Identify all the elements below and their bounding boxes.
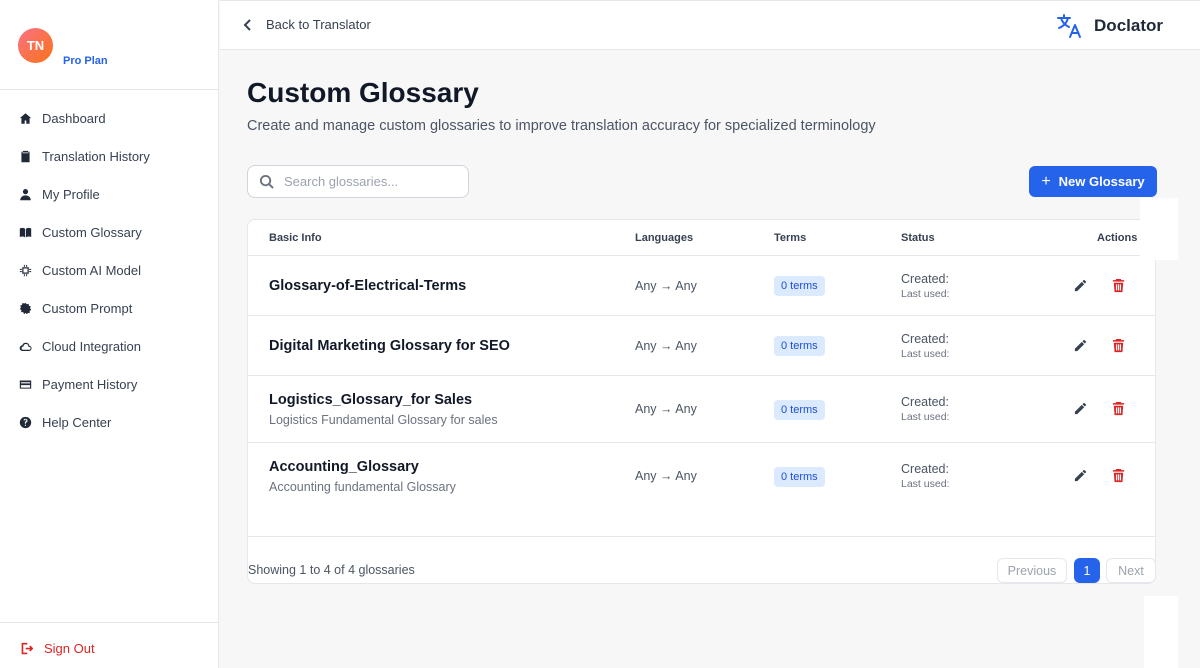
plus-icon: + xyxy=(1041,172,1051,190)
gear-icon xyxy=(18,301,32,315)
sidebar-item-label: Custom AI Model xyxy=(42,262,141,278)
sidebar-item-label: Dashboard xyxy=(42,110,106,126)
table-row[interactable]: Accounting_Glossary Accounting fundament… xyxy=(248,443,1155,510)
sidebar-item-label: My Profile xyxy=(42,186,100,202)
table-row[interactable]: Logistics_Glossary_for Sales Logistics F… xyxy=(248,376,1155,443)
delete-icon[interactable] xyxy=(1111,468,1127,484)
sidebar-item-label: Translation History xyxy=(42,148,150,164)
sidebar-item-label: Payment History xyxy=(42,376,138,392)
terms-badge: 0 terms xyxy=(774,467,825,487)
last-used-text: Last used: xyxy=(901,478,950,490)
sidebar-nav: Dashboard Translation History My Profile… xyxy=(0,90,218,441)
table-row[interactable]: Glossary-of-Electrical-Terms Any → Any 0… xyxy=(248,256,1155,316)
column-languages: Languages xyxy=(635,232,694,244)
overlay-panel xyxy=(1144,596,1178,668)
terms-badge: 0 terms xyxy=(774,400,825,420)
created-text: Created: xyxy=(901,395,949,409)
search-icon xyxy=(259,174,274,189)
sign-out-label: Sign Out xyxy=(44,641,95,656)
delete-icon[interactable] xyxy=(1111,278,1127,294)
edit-icon[interactable] xyxy=(1073,468,1089,484)
sidebar-item-label: Custom Glossary xyxy=(42,224,142,240)
translate-logo-icon xyxy=(1057,14,1082,38)
sidebar-item-my-profile[interactable]: My Profile xyxy=(0,175,218,213)
terms-badge: 0 terms xyxy=(774,336,825,356)
cloud-icon xyxy=(18,339,32,353)
overlay-panel xyxy=(1140,198,1178,260)
next-page-button[interactable]: Next xyxy=(1106,558,1156,583)
glossary-name: Logistics_Glossary_for Sales xyxy=(269,392,473,408)
glossary-languages: Any → Any xyxy=(635,469,697,483)
sidebar-item-custom-ai-model[interactable]: Custom AI Model xyxy=(0,251,218,289)
column-basic-info: Basic Info xyxy=(269,232,322,244)
credit-card-icon xyxy=(18,377,32,391)
sidebar-item-custom-prompt[interactable]: Custom Prompt xyxy=(0,289,218,327)
sidebar-item-label: Cloud Integration xyxy=(42,338,142,354)
plan-label: Pro Plan xyxy=(63,55,108,67)
terms-badge: 0 terms xyxy=(774,276,825,296)
signout-section: Sign Out xyxy=(0,622,218,668)
column-actions: Actions xyxy=(1097,232,1138,244)
avatar[interactable]: TN xyxy=(18,28,53,63)
home-icon xyxy=(18,111,32,125)
sign-out-button[interactable]: Sign Out xyxy=(20,641,95,656)
back-label: Back to Translator xyxy=(266,17,371,32)
user-icon xyxy=(18,187,32,201)
created-text: Created: xyxy=(901,272,949,286)
glossary-languages: Any → Any xyxy=(635,339,697,353)
chevron-left-icon xyxy=(243,18,251,31)
delete-icon[interactable] xyxy=(1111,401,1127,417)
edit-icon[interactable] xyxy=(1073,401,1089,417)
glossary-description: Accounting fundamental Glossary xyxy=(269,480,456,494)
glossary-name: Glossary-of-Electrical-Terms xyxy=(269,278,467,294)
page-subtitle: Create and manage custom glossaries to i… xyxy=(247,118,876,134)
new-glossary-label: New Glossary xyxy=(1058,174,1145,189)
previous-page-button[interactable]: Previous xyxy=(997,558,1067,583)
glossary-description: Logistics Fundamental Glossary for sales xyxy=(269,413,498,427)
brand-name: Doclator xyxy=(1094,16,1163,35)
created-text: Created: xyxy=(901,332,949,346)
table-row[interactable]: Digital Marketing Glossary for SEO Any →… xyxy=(248,316,1155,376)
sidebar-item-translation-history[interactable]: Translation History xyxy=(0,137,218,175)
back-to-translator-link[interactable]: Back to Translator xyxy=(242,17,371,32)
sidebar-item-label: Custom Prompt xyxy=(42,300,133,316)
last-used-text: Last used: xyxy=(901,411,950,423)
table-header: Basic Info Languages Terms Status Action… xyxy=(248,220,1155,256)
page-title: Custom Glossary xyxy=(247,77,479,108)
last-used-text: Last used: xyxy=(901,288,950,300)
sidebar-item-label: Help Center xyxy=(42,414,112,430)
top-bar: Back to Translator Doclator xyxy=(220,0,1200,50)
page-1-button[interactable]: 1 xyxy=(1074,558,1100,583)
glossary-name: Accounting_Glossary xyxy=(269,459,419,475)
new-glossary-button[interactable]: + New Glossary xyxy=(1029,166,1157,197)
search-input[interactable] xyxy=(284,174,454,189)
edit-icon[interactable] xyxy=(1073,338,1089,354)
logout-icon xyxy=(21,642,33,655)
help-icon xyxy=(18,415,32,429)
sidebar-item-payment-history[interactable]: Payment History xyxy=(0,365,218,403)
glossary-languages: Any → Any xyxy=(635,402,697,416)
book-icon xyxy=(18,225,32,239)
search-box xyxy=(247,165,469,198)
created-text: Created: xyxy=(901,462,949,476)
brand: Doclator xyxy=(1056,13,1163,39)
profile-section: TN Pro Plan xyxy=(0,0,218,90)
column-terms: Terms xyxy=(774,232,807,244)
table-footer-divider xyxy=(248,536,1155,537)
sidebar-item-custom-glossary[interactable]: Custom Glossary xyxy=(0,213,218,251)
sidebar: TN Pro Plan Dashboard Translation Histor… xyxy=(0,0,219,668)
glossary-languages: Any → Any xyxy=(635,279,697,293)
delete-icon[interactable] xyxy=(1111,338,1127,354)
clipboard-icon xyxy=(18,149,32,163)
glossary-table: Basic Info Languages Terms Status Action… xyxy=(247,219,1156,584)
last-used-text: Last used: xyxy=(901,348,950,360)
sidebar-item-dashboard[interactable]: Dashboard xyxy=(0,99,218,137)
edit-icon[interactable] xyxy=(1073,278,1089,294)
column-status: Status xyxy=(901,232,935,244)
chip-icon xyxy=(18,263,32,277)
sidebar-item-cloud-integration[interactable]: Cloud Integration xyxy=(0,327,218,365)
pagination-summary: Showing 1 to 4 of 4 glossaries xyxy=(248,563,415,577)
glossary-name: Digital Marketing Glossary for SEO xyxy=(269,338,510,354)
sidebar-item-help-center[interactable]: Help Center xyxy=(0,403,218,441)
